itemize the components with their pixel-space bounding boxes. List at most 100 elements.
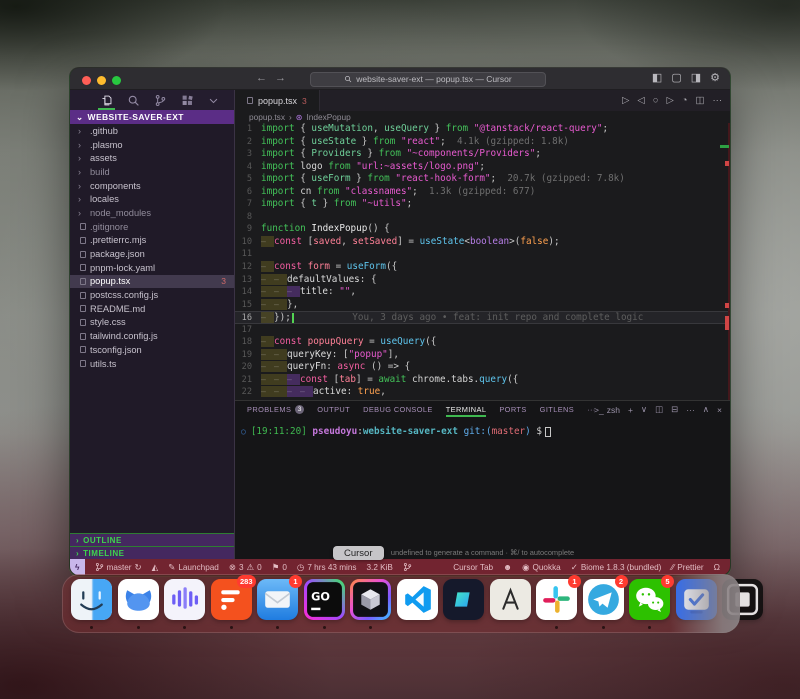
breadcrumb-symbol[interactable]: IndexPopup xyxy=(306,112,350,122)
panel-tab-output[interactable]: OUTPUT xyxy=(317,401,350,418)
zoom-traffic-light[interactable] xyxy=(112,76,121,85)
file-row-style.css[interactable]: style.css xyxy=(70,316,234,330)
file-row-tsconfig.json[interactable]: tsconfig.json xyxy=(70,343,234,357)
toggle-secondary-sidebar-icon[interactable]: ◨ xyxy=(691,71,701,84)
back-arrow-icon[interactable]: ← xyxy=(256,72,275,84)
nav-forward-icon[interactable]: ▷ xyxy=(666,95,673,106)
panel-tab-problems[interactable]: PROBLEMS3 xyxy=(247,401,304,418)
kill-terminal-icon[interactable]: ⊟ xyxy=(671,404,678,415)
source-control-icon[interactable] xyxy=(154,90,167,110)
statusbar-launchpad-rocket[interactable]: ◭ xyxy=(152,562,159,573)
file-row-.plasmo[interactable]: ›.plasmo xyxy=(70,138,234,152)
dock-app-things[interactable] xyxy=(676,579,717,631)
statusbar-wakatime[interactable]: ◷7 hrs 43 mins xyxy=(297,562,357,573)
statusbar-remote-indicator[interactable]: ϟ xyxy=(70,559,85,575)
panel-tab-terminal[interactable]: TERMINAL xyxy=(446,401,487,418)
statusbar-problems-summary[interactable]: ⊗3⚠0 xyxy=(229,562,262,573)
file-row-postcss.config.js[interactable]: postcss.config.js xyxy=(70,288,234,302)
dock-app-cursor[interactable] xyxy=(350,579,391,631)
file-row-popup.tsx[interactable]: popup.tsx3 xyxy=(70,275,234,289)
tab-popup-tsx[interactable]: popup.tsx 3 xyxy=(235,90,320,111)
extensions-icon[interactable] xyxy=(181,90,194,110)
run-history-icon[interactable]: ◔ xyxy=(682,95,688,106)
dock-app-vscode[interactable] xyxy=(397,579,438,631)
file-row-package.json[interactable]: package.json xyxy=(70,247,234,261)
toggle-primary-sidebar-icon[interactable]: ◧ xyxy=(652,71,662,84)
shell-selector[interactable]: >_ zsh xyxy=(594,405,620,415)
window-title-pill[interactable]: website-saver-ext — popup.tsx — Cursor xyxy=(310,72,546,87)
project-header[interactable]: ⌄ WEBSITE-SAVER-EXT xyxy=(70,110,234,124)
statusbar-copilot-cat[interactable]: ☻ xyxy=(503,562,512,572)
panel-tab-debug-console[interactable]: DEBUG CONSOLE xyxy=(363,401,433,418)
statusbar-flag-counter[interactable]: ⚑0 xyxy=(272,562,287,573)
nav-back-icon[interactable]: ◁ xyxy=(637,95,644,106)
activity-bar[interactable] xyxy=(70,90,234,110)
statusbar-notifications-bell[interactable]: Ω xyxy=(714,562,720,572)
dock-app-follow[interactable] xyxy=(118,579,159,631)
file-row-.prettierrc.mjs[interactable]: .prettierrc.mjs xyxy=(70,234,234,248)
dock-app-slack[interactable]: 1 xyxy=(536,579,577,631)
timeline-section-header[interactable]: › TIMELINE xyxy=(70,546,234,559)
window-layout-controls[interactable]: ◧ ▢ ◨ ⚙ xyxy=(652,71,720,84)
dock-app-mail[interactable]: 1 xyxy=(257,579,298,631)
panel-tab-ports[interactable]: PORTS xyxy=(499,401,526,418)
statusbar-git-branch[interactable]: master↻ xyxy=(95,562,142,573)
close-panel-icon[interactable]: × xyxy=(717,405,722,415)
terminal-dropdown-icon[interactable]: ∨ xyxy=(641,404,647,415)
breadcrumb-file[interactable]: popup.tsx xyxy=(249,112,285,122)
file-row-.gitignore[interactable]: .gitignore xyxy=(70,220,234,234)
file-row-utils.ts[interactable]: utils.ts xyxy=(70,357,234,371)
split-editor-icon[interactable]: ◫ xyxy=(696,95,705,106)
nav-dot-icon[interactable]: ○ xyxy=(653,95,659,106)
statusbar-commit-graph[interactable] xyxy=(403,562,412,572)
forward-arrow-icon[interactable]: → xyxy=(275,72,294,84)
toggle-panel-icon[interactable]: ▢ xyxy=(671,71,681,84)
statusbar-file-size[interactable]: 3.2 KiB xyxy=(367,563,393,572)
search-icon[interactable] xyxy=(127,90,140,110)
more-actions-icon[interactable]: ··· xyxy=(713,95,723,106)
run-icon[interactable]: ▷ xyxy=(622,95,629,106)
new-terminal-icon[interactable]: + xyxy=(628,405,633,415)
overview-ruler[interactable] xyxy=(721,123,730,400)
file-row-locales[interactable]: ›locales xyxy=(70,192,234,206)
file-row-README.md[interactable]: README.md xyxy=(70,302,234,316)
file-row-node_modules[interactable]: ›node_modules xyxy=(70,206,234,220)
terminal[interactable]: ○[19:11:20] pseudoyu:website-saver-ext g… xyxy=(235,418,730,546)
maximize-panel-icon[interactable]: ∧ xyxy=(703,404,709,415)
file-row-tailwind.config.js[interactable]: tailwind.config.js xyxy=(70,329,234,343)
file-row-assets[interactable]: ›assets xyxy=(70,151,234,165)
split-terminal-icon[interactable]: ◫ xyxy=(655,404,663,415)
statusbar-prettier[interactable]: ∕∕Prettier xyxy=(671,562,703,572)
dock-app-rss-reader[interactable]: 283 xyxy=(211,579,252,631)
dock-app-extra-app[interactable] xyxy=(722,579,763,631)
panel-tab-gitlens[interactable]: GITLENS xyxy=(540,401,574,418)
code-editor[interactable]: 1import { useMutation, useQuery } from "… xyxy=(235,123,730,400)
history-nav[interactable]: ←→ xyxy=(256,72,294,84)
close-traffic-light[interactable] xyxy=(82,76,91,85)
minimize-traffic-light[interactable] xyxy=(97,76,106,85)
file-tree[interactable]: ›.github›.plasmo›assets›build›components… xyxy=(70,124,234,370)
dock-app-wechat[interactable]: 5 xyxy=(629,579,670,631)
file-row-build[interactable]: ›build xyxy=(70,165,234,179)
statusbar-gitlens-launchpad[interactable]: ✎Launchpad xyxy=(168,562,219,573)
breadcrumb[interactable]: popup.tsx › ⊛ IndexPopup xyxy=(235,111,730,123)
settings-gear-icon[interactable]: ⚙ xyxy=(710,71,720,84)
dock-app-atlas[interactable] xyxy=(490,579,531,631)
dock-app-finder[interactable] xyxy=(71,579,112,631)
editor-actions[interactable]: ▷ ◁ ○ ▷ ◔ ◫ ··· xyxy=(622,90,722,111)
titlebar[interactable]: ←→ website-saver-ext — popup.tsx — Curso… xyxy=(70,68,730,90)
statusbar-cursor-tab[interactable]: Cursor Tab xyxy=(453,563,493,572)
dock-app-windows-app[interactable] xyxy=(443,579,484,631)
dock-app-goland[interactable]: GO xyxy=(304,579,345,631)
outline-section-header[interactable]: › OUTLINE xyxy=(70,533,234,546)
more-views-icon[interactable] xyxy=(208,90,219,110)
file-row-pnpm-lock.yaml[interactable]: pnpm-lock.yaml xyxy=(70,261,234,275)
file-row-components[interactable]: ›components xyxy=(70,179,234,193)
dock[interactable]: 2831GO125 xyxy=(62,574,740,633)
dock-app-telegram[interactable]: 2 xyxy=(583,579,624,631)
panel-actions[interactable]: >_ zsh + ∨ ◫ ⊟ ··· ∧ × xyxy=(594,401,722,418)
file-row-.github[interactable]: ›.github xyxy=(70,124,234,138)
statusbar-quokka[interactable]: ◉Quokka xyxy=(522,562,561,573)
more-terminal-actions-icon[interactable]: ··· xyxy=(686,405,695,415)
statusbar-biome[interactable]: ✓Biome 1.8.3 (bundled) xyxy=(571,562,662,573)
